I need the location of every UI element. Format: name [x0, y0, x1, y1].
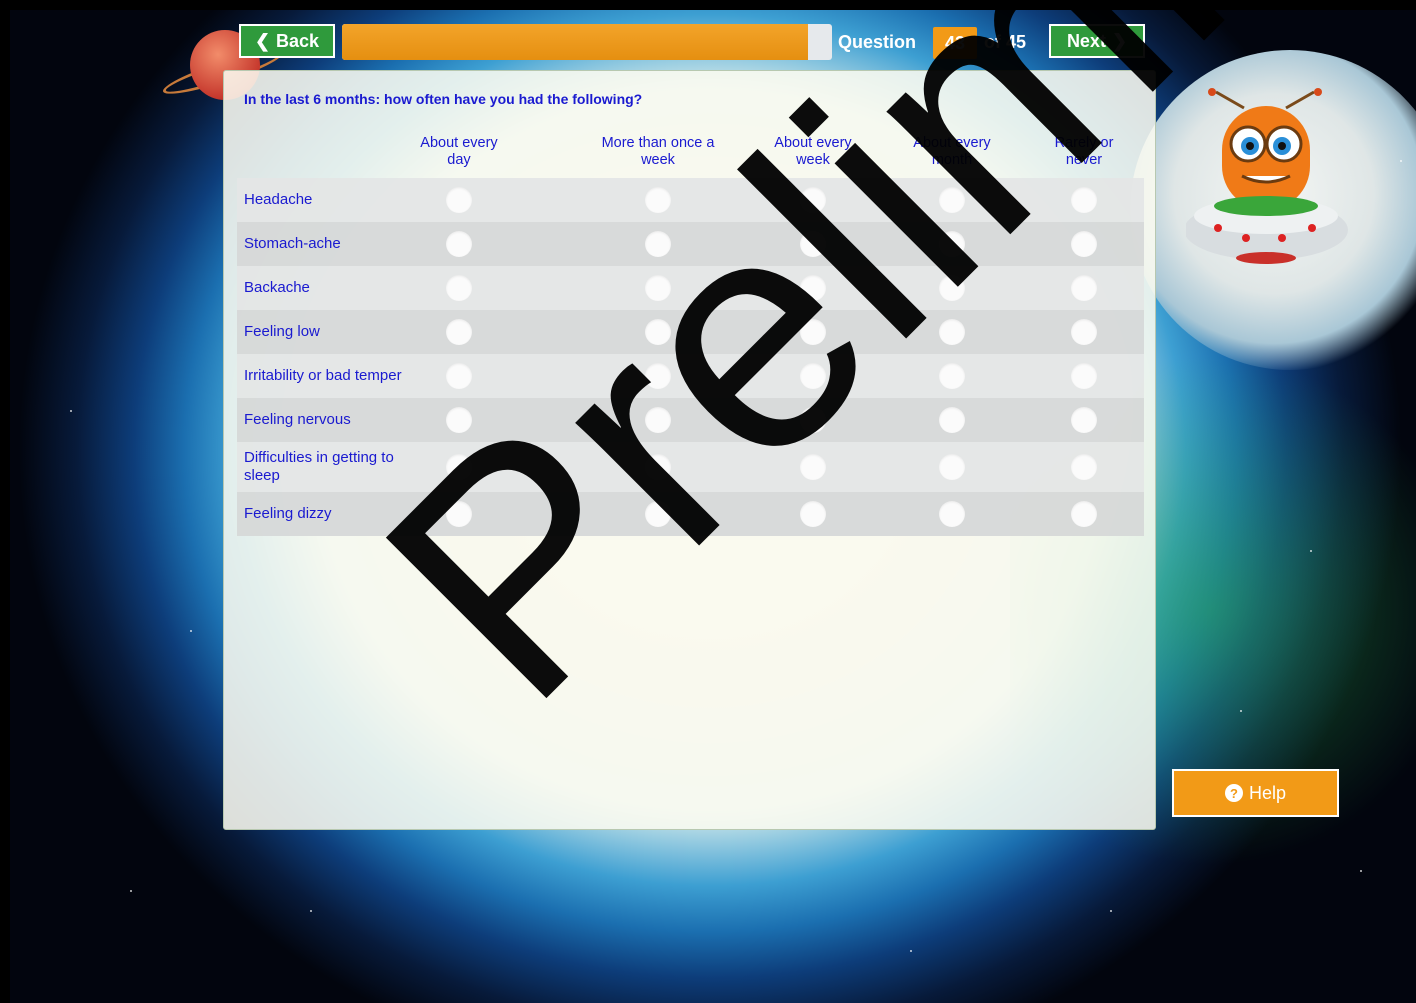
- question-number-badge: 43: [933, 27, 977, 59]
- survey-row-feeling-dizzy: Feeling dizzy: [237, 492, 1144, 536]
- survey-row-backache: Backache: [237, 266, 1144, 310]
- radio-monthly[interactable]: [939, 501, 965, 527]
- back-button-label: Back: [276, 30, 320, 51]
- radio-weekly[interactable]: [800, 275, 826, 301]
- radio-daily[interactable]: [446, 454, 472, 480]
- radio-weekly[interactable]: [800, 501, 826, 527]
- radio-weekly[interactable]: [800, 363, 826, 389]
- question-label: Question: [838, 32, 917, 52]
- radio-monthly[interactable]: [939, 454, 965, 480]
- radio-more-than-weekly[interactable]: [645, 187, 671, 213]
- radio-daily[interactable]: [446, 501, 472, 527]
- progress-bar: [342, 24, 832, 60]
- radio-rarely[interactable]: [1071, 319, 1097, 345]
- radio-daily[interactable]: [446, 231, 472, 257]
- next-button[interactable]: Next ❯: [1049, 24, 1145, 58]
- next-button-label: Next: [1066, 30, 1106, 51]
- back-button[interactable]: ❮ Back: [239, 24, 335, 58]
- progress-fill: [342, 24, 808, 60]
- help-circle-icon: ?: [1224, 784, 1243, 802]
- column-header-monthly: About every month: [913, 135, 991, 168]
- radio-monthly[interactable]: [939, 231, 965, 257]
- chevron-right-icon: ❯: [1111, 30, 1128, 51]
- radio-more-than-weekly[interactable]: [645, 319, 671, 345]
- survey-panel: In the last 6 months: how often have you…: [223, 70, 1156, 830]
- help-button-label: Help: [1248, 782, 1287, 803]
- radio-rarely[interactable]: [1071, 454, 1097, 480]
- survey-row-sleep-difficulties: Difficulties in getting to sleep: [237, 442, 1144, 492]
- survey-row-stomach-ache: Stomach-ache: [237, 222, 1144, 266]
- alien-mascot-illustration: [1186, 88, 1348, 264]
- radio-more-than-weekly[interactable]: [645, 275, 671, 301]
- row-label: Feeling dizzy: [244, 505, 332, 522]
- row-label: Backache: [244, 279, 310, 296]
- radio-more-than-weekly[interactable]: [645, 231, 671, 257]
- radio-monthly[interactable]: [939, 363, 965, 389]
- radio-weekly[interactable]: [800, 407, 826, 433]
- radio-weekly[interactable]: [800, 319, 826, 345]
- radio-rarely[interactable]: [1071, 275, 1097, 301]
- radio-daily[interactable]: [446, 319, 472, 345]
- radio-monthly[interactable]: [939, 407, 965, 433]
- radio-monthly[interactable]: [939, 187, 965, 213]
- radio-rarely[interactable]: [1071, 231, 1097, 257]
- radio-monthly[interactable]: [939, 319, 965, 345]
- survey-grid: Headache Stomach-ache Backache Feeling l…: [237, 178, 1144, 536]
- row-label: Difficulties in getting to sleep: [244, 449, 394, 484]
- row-label: Irritability or bad temper: [244, 367, 402, 384]
- row-label: Stomach-ache: [244, 235, 341, 252]
- radio-rarely[interactable]: [1071, 187, 1097, 213]
- survey-row-feeling-nervous: Feeling nervous: [237, 398, 1144, 442]
- radio-daily[interactable]: [446, 187, 472, 213]
- chevron-left-icon: ❮: [254, 30, 271, 51]
- radio-daily[interactable]: [446, 407, 472, 433]
- help-button[interactable]: ? Help: [1172, 769, 1339, 817]
- survey-row-headache: Headache: [237, 178, 1144, 222]
- question-text: In the last 6 months: how often have you…: [244, 91, 643, 107]
- radio-rarely[interactable]: [1071, 407, 1097, 433]
- row-label: Feeling low: [244, 323, 320, 340]
- row-label: Feeling nervous: [244, 411, 351, 428]
- question-total: of 45: [984, 32, 1027, 52]
- row-label: Headache: [244, 191, 313, 208]
- radio-monthly[interactable]: [939, 275, 965, 301]
- column-header-daily: About every day: [420, 135, 498, 168]
- radio-more-than-weekly[interactable]: [645, 501, 671, 527]
- radio-weekly[interactable]: [800, 454, 826, 480]
- column-header-more-than-weekly: More than once a week: [601, 135, 715, 168]
- radio-rarely[interactable]: [1071, 363, 1097, 389]
- radio-rarely[interactable]: [1071, 501, 1097, 527]
- radio-weekly[interactable]: [800, 231, 826, 257]
- radio-daily[interactable]: [446, 275, 472, 301]
- survey-row-feeling-low: Feeling low: [237, 310, 1144, 354]
- radio-more-than-weekly[interactable]: [645, 363, 671, 389]
- radio-more-than-weekly[interactable]: [645, 454, 671, 480]
- survey-row-irritability: Irritability or bad temper: [237, 354, 1144, 398]
- column-header-rarely: Rarely or never: [1054, 135, 1114, 168]
- column-header-weekly: About every week: [774, 135, 852, 168]
- radio-daily[interactable]: [446, 363, 472, 389]
- radio-more-than-weekly[interactable]: [645, 407, 671, 433]
- radio-weekly[interactable]: [800, 187, 826, 213]
